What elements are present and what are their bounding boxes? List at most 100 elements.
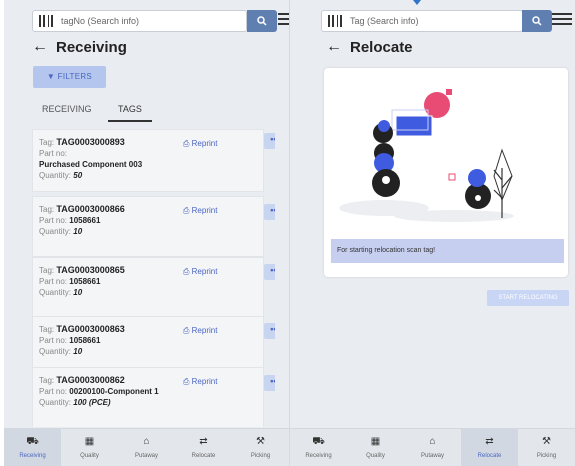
more-button[interactable]: •••: [264, 204, 275, 220]
nav-relocate[interactable]: ⇄ Relocate: [175, 429, 232, 466]
quality-icon: ▦: [84, 436, 95, 447]
more-icon: •••: [270, 205, 275, 215]
bottom-nav: ⛟ Receiving ▦ Quality ⌂ Putaway ⇄ Relocate ⚒…: [290, 428, 575, 466]
part-value: 1058661: [69, 277, 101, 286]
nav-label: Picking: [250, 453, 271, 459]
reprint-button[interactable]: ⎙ Reprint: [183, 206, 217, 216]
tag-value: TAG0003000863: [56, 324, 125, 334]
nav-quality[interactable]: ▦ Quality: [347, 429, 404, 466]
tag-label: Tag:: [39, 205, 55, 214]
part-label: Part no:: [39, 387, 68, 396]
info-message: For starting relocation scan tag!: [331, 239, 564, 263]
more-button[interactable]: •••: [264, 133, 275, 149]
search-input[interactable]: tagNo (Search info): [32, 10, 247, 32]
quantity-label: Quantity:: [39, 398, 72, 407]
nav-label: Receiving: [305, 453, 332, 459]
reprint-button[interactable]: ⎙ Reprint: [183, 377, 217, 387]
printer-icon: ⎙: [183, 139, 190, 148]
nav-quality[interactable]: ▦ Quality: [61, 429, 118, 466]
filters-label: FILTERS: [57, 72, 93, 81]
more-icon: •••: [270, 324, 275, 334]
back-arrow-icon[interactable]: ←: [32, 38, 48, 56]
hamburger-menu-icon[interactable]: [552, 10, 572, 28]
more-button[interactable]: •••: [264, 323, 275, 339]
back-arrow-icon[interactable]: ←: [326, 38, 342, 56]
quantity-label: Quantity:: [39, 347, 72, 356]
nav-label: Picking: [536, 453, 557, 459]
start-relocating-button[interactable]: START RELOCATING: [487, 290, 569, 306]
filter-icon: ▼: [46, 72, 56, 81]
quantity-value: 50: [73, 171, 83, 180]
search-icon: [257, 16, 267, 26]
list-item[interactable]: Tag: TAG0003000862 Part no: 00200100-Com…: [32, 367, 264, 427]
nav-picking[interactable]: ⚒ Picking: [518, 429, 575, 466]
printer-icon: ⎙: [183, 377, 190, 386]
tag-value: TAG0003000866: [56, 204, 125, 214]
search-input[interactable]: Tag (Search info): [321, 10, 523, 32]
tag-value: TAG0003000893: [56, 137, 125, 147]
part-value: 1058661: [69, 216, 101, 225]
part-label: Part no:: [39, 149, 68, 158]
part-value: Purchased Component 003: [39, 160, 143, 169]
reprint-button[interactable]: ⎙ Reprint: [183, 267, 217, 277]
reprint-button[interactable]: ⎙ Reprint: [183, 139, 217, 149]
quantity-value: 100 (PCE): [73, 398, 111, 407]
nav-receiving[interactable]: ⛟ Receiving: [4, 429, 61, 466]
nav-label: Putaway: [420, 453, 444, 459]
search-button[interactable]: [522, 10, 552, 32]
list-item[interactable]: Tag: TAG0003000865 Part no: 1058661 Quan…: [32, 257, 264, 318]
quantity-value: 10: [73, 288, 83, 297]
barcode-icon: [39, 15, 53, 27]
picking-icon: ⚒: [256, 436, 265, 447]
nav-label: Quality: [366, 453, 385, 459]
list-item[interactable]: Tag: TAG0003000866 Part no: 1058661 Quan…: [32, 196, 264, 257]
reprint-label: Reprint: [191, 139, 218, 148]
nav-putaway[interactable]: ⌂ Putaway: [404, 429, 461, 466]
hamburger-menu-icon[interactable]: [278, 10, 289, 28]
reprint-button[interactable]: ⎙ Reprint: [183, 326, 217, 336]
relocate-icon: ⇄: [199, 436, 208, 447]
printer-icon: ⎙: [183, 326, 190, 335]
tag-label: Tag:: [39, 325, 55, 334]
more-icon: •••: [270, 134, 275, 144]
info-text: For starting relocation scan tag!: [337, 247, 436, 254]
tag-value: TAG0003000865: [56, 265, 125, 275]
nav-relocate[interactable]: ⇄ Relocate: [461, 429, 518, 466]
part-label: Part no:: [39, 277, 68, 286]
nav-label: Quality: [80, 453, 99, 459]
filters-button[interactable]: ▼ FILTERS: [33, 66, 106, 88]
search-button[interactable]: [247, 10, 277, 32]
more-button[interactable]: •••: [264, 264, 275, 280]
tab-receiving[interactable]: RECEIVING: [32, 100, 102, 120]
nav-picking[interactable]: ⚒ Picking: [232, 429, 289, 466]
reprint-label: Reprint: [191, 326, 218, 335]
nav-label: Receiving: [19, 453, 46, 459]
top-bar: Tag (Search info): [290, 6, 575, 32]
quantity-label: Quantity:: [39, 171, 72, 180]
quantity-label: Quantity:: [39, 227, 72, 236]
quantity-label: Quantity:: [39, 288, 72, 297]
receiving-icon: ⛟: [26, 436, 39, 447]
part-value: 1058661: [69, 336, 101, 345]
tag-label: Tag:: [39, 138, 55, 147]
nav-putaway[interactable]: ⌂ Putaway: [118, 429, 175, 466]
pointer-marker-icon: [413, 0, 421, 5]
start-relocating-label: START RELOCATING: [498, 295, 558, 301]
quantity-value: 10: [73, 347, 83, 356]
page-title-text: Relocate: [350, 38, 413, 56]
search-icon: [532, 16, 542, 26]
reprint-label: Reprint: [191, 206, 218, 215]
list-item[interactable]: Tag: TAG0003000893 Part no: Purchased Co…: [32, 129, 264, 192]
reprint-label: Reprint: [191, 377, 218, 386]
nav-receiving[interactable]: ⛟ Receiving: [290, 429, 347, 466]
tab-tags[interactable]: TAGS: [108, 100, 152, 122]
relocate-illustration: [339, 89, 514, 222]
page-title-text: Receiving: [56, 38, 127, 56]
receiving-icon: ⛟: [312, 436, 325, 447]
bottom-nav: ⛟ Receiving ▦ Quality ⌂ Putaway ⇄ Relocate ⚒…: [4, 428, 289, 466]
printer-icon: ⎙: [183, 206, 190, 215]
more-button[interactable]: •••: [264, 375, 275, 391]
tag-value: TAG0003000862: [56, 375, 125, 385]
tag-label: Tag:: [39, 376, 55, 385]
reprint-label: Reprint: [191, 267, 218, 276]
